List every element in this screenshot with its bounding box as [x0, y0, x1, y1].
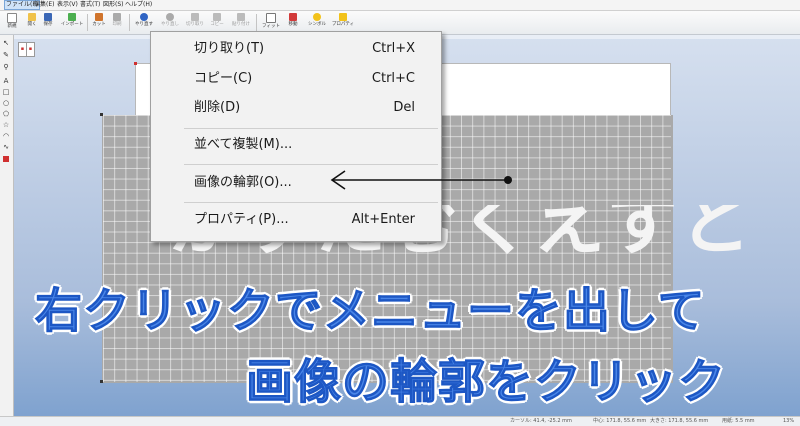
star-icon — [313, 13, 321, 21]
new-file-icon — [7, 13, 17, 23]
menu-item-label: プロパティ(P)... — [194, 212, 289, 227]
menu-item-properties[interactable]: プロパティ(P)... Alt+Enter — [151, 209, 441, 231]
menu-view[interactable]: 表示(V) — [57, 0, 78, 10]
copy-icon — [213, 13, 221, 21]
selection-handle[interactable] — [100, 113, 103, 116]
fit-button-label: フィット — [262, 24, 280, 29]
menu-item-cut[interactable]: 切り取り(T) Ctrl+X — [151, 38, 441, 60]
copy-button-label: コピー — [210, 22, 224, 27]
menu-item-shortcut: Ctrl+C — [371, 71, 415, 86]
caption-line-1: 右クリックでメニューを出して — [35, 284, 706, 340]
print-button[interactable]: 印刷 — [106, 12, 128, 33]
undo-icon — [140, 13, 148, 21]
menu-item-shortcut: Ctrl+X — [372, 41, 415, 56]
symbol-button-label: シンボル — [308, 22, 326, 27]
move-button[interactable]: 移動 — [282, 12, 304, 33]
context-menu: 切り取り(T) Ctrl+X コピー(C) Ctrl+C 削除(D) Del 並… — [150, 31, 442, 242]
selection-handle[interactable] — [134, 62, 137, 65]
rectangle-tool-icon[interactable]: □ — [2, 88, 10, 96]
save-button-label: 保存 — [43, 22, 53, 27]
properties-button[interactable]: プロパティ — [330, 12, 356, 33]
selection-handle[interactable] — [100, 380, 103, 383]
new-button-label: 新規 — [7, 24, 17, 29]
menu-edit[interactable]: 編集(E) — [34, 0, 54, 10]
menu-item-label: 並べて複製(M)... — [194, 137, 293, 152]
menu-item-copy[interactable]: コピー(C) Ctrl+C — [151, 68, 441, 90]
arc-tool-icon[interactable]: ◠ — [2, 132, 10, 140]
menu-separator — [184, 202, 438, 203]
fit-button[interactable]: フィット — [259, 12, 283, 33]
redo-icon — [166, 13, 174, 21]
print-button-label: 印刷 — [112, 22, 122, 27]
page-thumbnail-icon[interactable]: ▪ — [26, 42, 35, 57]
properties-button-label: プロパティ — [331, 22, 355, 27]
paste-button-label: 貼り付け — [232, 22, 250, 27]
symbol-button[interactable]: シンボル — [305, 12, 329, 33]
menu-item-shortcut: Alt+Enter — [351, 212, 415, 227]
menu-help[interactable]: ヘルプ(H) — [125, 0, 152, 10]
menu-item-delete[interactable]: 削除(D) Del — [151, 97, 441, 119]
menu-item-shortcut: Del — [393, 100, 415, 115]
menu-separator — [184, 128, 438, 129]
copy-button[interactable]: コピー — [206, 12, 228, 33]
toolbar-separator — [256, 14, 257, 31]
move-button-label: 移動 — [288, 22, 298, 27]
undo-button[interactable]: やり直す — [132, 12, 156, 33]
paste-button[interactable]: 貼り付け — [228, 12, 254, 33]
cut-icon — [95, 13, 103, 21]
page-thumbnails[interactable]: ▪ ▪ — [18, 42, 35, 57]
select-tool-icon[interactable]: ↖ — [2, 39, 10, 47]
color-swatch-icon[interactable] — [3, 156, 9, 162]
menu-item-label: 削除(D) — [194, 100, 241, 115]
star-tool-icon[interactable]: ☆ — [2, 121, 10, 129]
menu-shape[interactable]: 図形(S) — [103, 0, 124, 10]
menu-format[interactable]: 書式(T) — [80, 0, 100, 10]
scissors-icon — [191, 13, 199, 21]
menu-bar: ファイル(F) 編集(E) 表示(V) 書式(T) 図形(S) ヘルプ(H) — [0, 0, 800, 11]
import-icon — [68, 13, 76, 21]
toolbar-separator — [129, 14, 130, 31]
zoom-tool-icon[interactable]: ⚲ — [2, 63, 10, 71]
new-button[interactable]: 新規 — [1, 12, 23, 33]
text-tool-icon[interactable]: A — [2, 77, 10, 85]
folder-icon — [28, 13, 36, 21]
tool-palette: ↖ ✎ ⚲ A □ ○ ⬠ ☆ ◠ ∿ — [0, 35, 14, 416]
redo-button-label: やり直し — [161, 22, 179, 27]
import-button-label: インポート — [60, 22, 84, 27]
pointer-arrow-icon — [330, 170, 512, 190]
save-button[interactable]: 保存 — [37, 12, 59, 33]
menu-item-duplicate-array[interactable]: 並べて複製(M)... — [151, 134, 441, 156]
paste-icon — [237, 13, 245, 21]
redo-button[interactable]: やり直し — [158, 12, 182, 33]
pen-tool-icon[interactable]: ✎ — [2, 51, 10, 59]
save-icon — [44, 13, 52, 21]
undo-button-label: やり直す — [135, 22, 153, 27]
menu-separator — [184, 164, 438, 165]
ellipse-tool-icon[interactable]: ○ — [2, 99, 10, 107]
cut-tool-button-label: 切り取り — [186, 22, 204, 27]
move-icon — [289, 13, 297, 21]
caption-line-2: 画像の輪郭をクリック — [246, 355, 726, 411]
menu-item-label: コピー(C) — [194, 71, 253, 86]
import-button[interactable]: インポート — [59, 12, 85, 33]
menu-item-label: 切り取り(T) — [194, 41, 265, 56]
menu-item-label: 画像の輪郭(O)... — [194, 175, 292, 190]
polygon-tool-icon[interactable]: ⬠ — [2, 110, 10, 118]
properties-icon — [339, 13, 347, 21]
curve-tool-icon[interactable]: ∿ — [2, 143, 10, 151]
fit-icon — [266, 13, 276, 23]
cut-tool-button[interactable]: 切り取り — [184, 12, 206, 33]
print-icon — [113, 13, 121, 21]
